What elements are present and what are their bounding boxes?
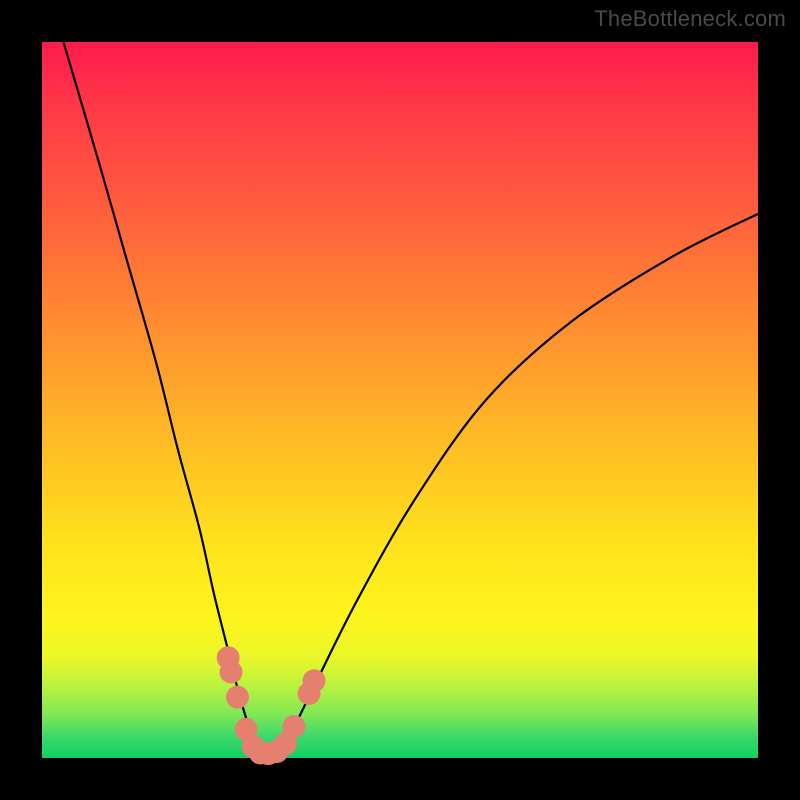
watermark-text: TheBottleneck.com [594,6,786,32]
data-marker [220,661,243,684]
chart-frame: TheBottleneck.com [0,0,800,800]
data-marker [226,686,249,709]
data-marker [303,669,326,692]
chart-svg [42,42,758,758]
marker-group [217,646,326,765]
bottleneck-curve [63,42,758,756]
data-marker [283,715,306,738]
